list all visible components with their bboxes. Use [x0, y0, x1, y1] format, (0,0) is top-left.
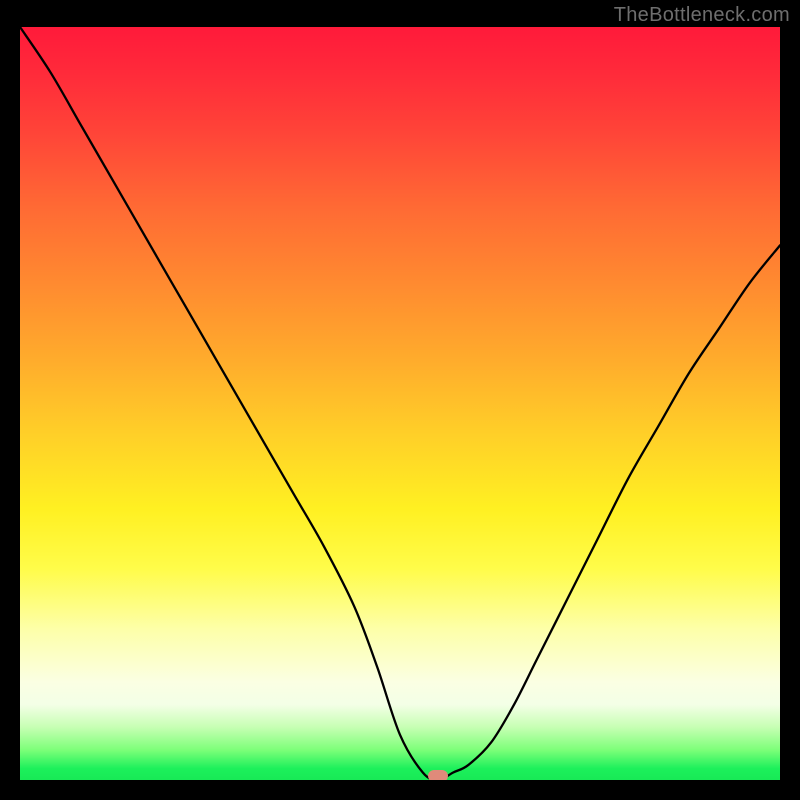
- plot-area: [20, 27, 780, 780]
- bottleneck-curve: [20, 27, 780, 780]
- watermark-text: TheBottleneck.com: [614, 4, 790, 27]
- minimum-marker: [428, 770, 448, 780]
- chart-frame: TheBottleneck.com: [0, 0, 800, 800]
